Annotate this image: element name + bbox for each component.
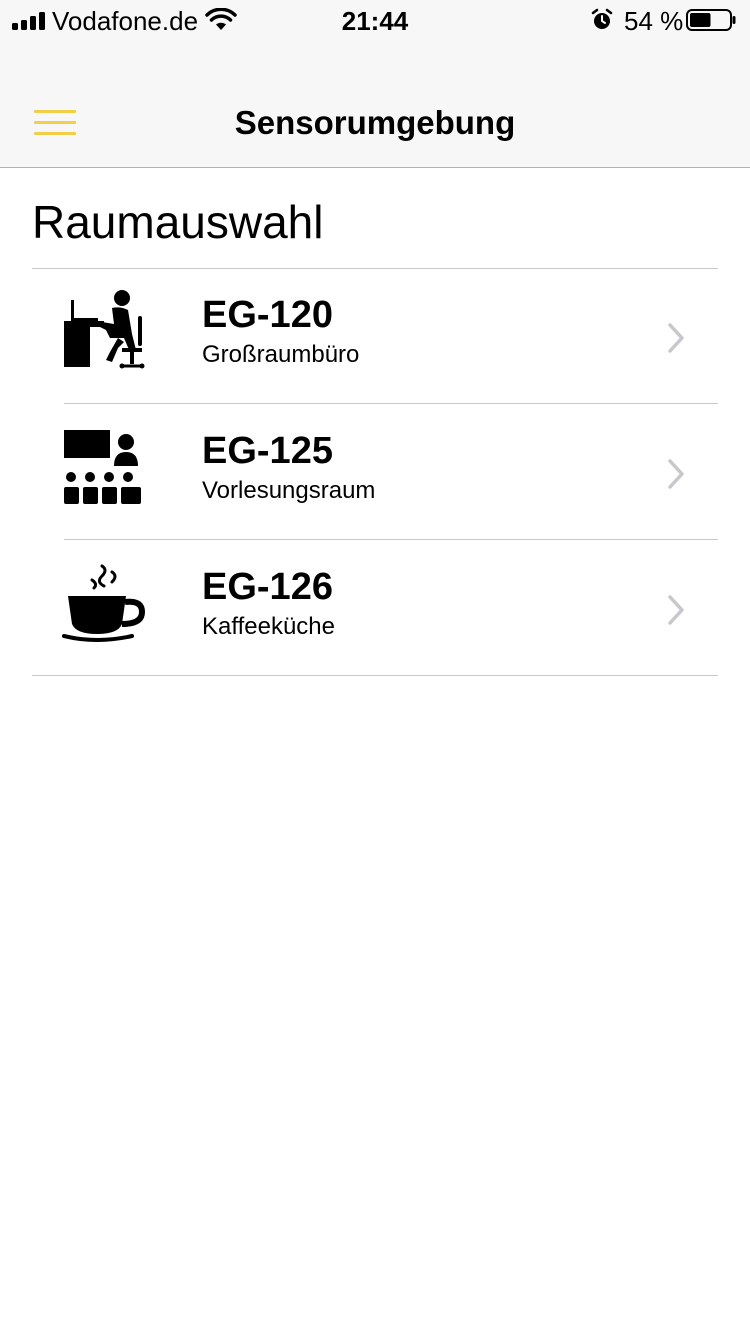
- chevron-right-icon: [668, 595, 684, 625]
- room-row-eg-125[interactable]: EG-125 Vorlesungsraum: [0, 404, 750, 540]
- room-subtitle: Kaffeeküche: [202, 613, 335, 640]
- battery-percentage: 54 %: [624, 6, 684, 36]
- battery-icon: [686, 9, 736, 31]
- room-title: EG-125: [202, 430, 333, 472]
- room-title: EG-126: [202, 566, 333, 608]
- page-title: Sensorumgebung: [234, 104, 516, 141]
- office-desk-icon: [64, 290, 145, 369]
- status-bar: Vodafone.de 21:44 54 %: [0, 0, 750, 40]
- coffee-cup-icon: [62, 564, 146, 642]
- room-subtitle: Vorlesungsraum: [202, 477, 376, 504]
- section-title: Raumauswahl: [32, 196, 324, 248]
- room-subtitle: Großraumbüro: [202, 341, 360, 368]
- lecture-room-icon: [64, 430, 141, 504]
- room-title: EG-120: [202, 294, 333, 336]
- navigation-bar: Sensorumgebung: [0, 40, 750, 168]
- room-row-eg-126[interactable]: EG-126 Kaffeeküche: [0, 540, 750, 676]
- alarm-icon: [591, 8, 613, 29]
- chevron-right-icon: [668, 323, 684, 353]
- room-row-eg-120[interactable]: EG-120 Großraumbüro: [0, 268, 750, 404]
- chevron-right-icon: [668, 459, 684, 489]
- row-divider: [32, 675, 718, 676]
